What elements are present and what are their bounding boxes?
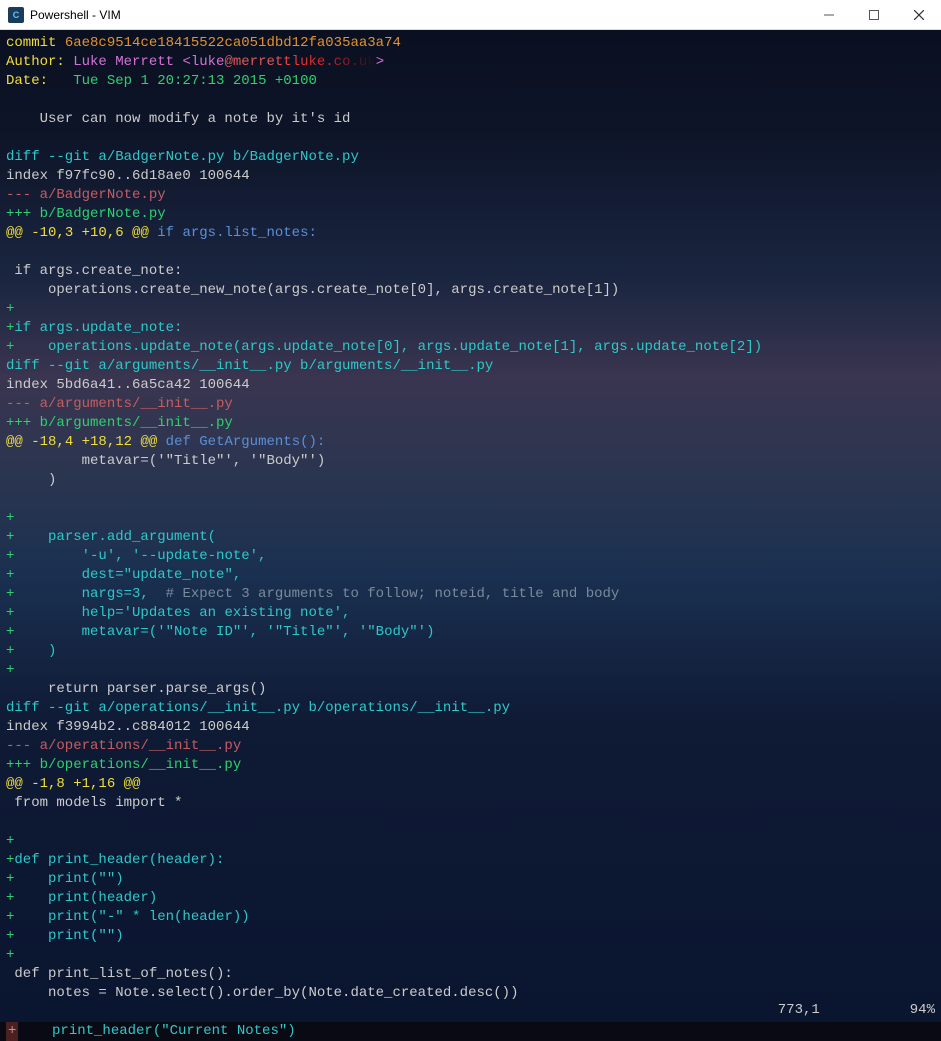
diff-old-file: --- a/operations/__init__.py <box>6 737 935 756</box>
diff-new-file: +++ b/BadgerNote.py <box>6 205 935 224</box>
window-titlebar: C Powershell - VIM <box>0 0 941 30</box>
diff-add: + operations.update_note(args.update_not… <box>6 338 935 357</box>
diff-hunk: @@ -1,8 +1,16 @@ <box>6 775 935 794</box>
diff-context: if args.create_note: <box>6 262 935 281</box>
diff-add: + parser.add_argument( <box>6 528 935 547</box>
blank-line <box>6 91 935 110</box>
diff-context: return parser.parse_args() <box>6 680 935 699</box>
diff-add: +if args.update_note: <box>6 319 935 338</box>
diff-context: def print_list_of_notes(): <box>6 965 935 984</box>
diff-new-file: +++ b/operations/__init__.py <box>6 756 935 775</box>
diff-add: + <box>6 832 935 851</box>
scroll-percent: 94% <box>910 1001 935 1020</box>
minimize-button[interactable] <box>806 0 851 30</box>
close-button[interactable] <box>896 0 941 30</box>
diff-add: + metavar=('"Note ID"', '"Title"', '"Bod… <box>6 623 935 642</box>
diff-context: operations.create_new_note(args.create_n… <box>6 281 935 300</box>
commit-message: User can now modify a note by it's id <box>6 110 935 129</box>
maximize-button[interactable] <box>851 0 896 30</box>
window-title: Powershell - VIM <box>30 8 806 22</box>
terminal-viewport[interactable]: commit 6ae8c9514ce18415522ca051dbd12fa03… <box>0 30 941 1022</box>
diff-context: metavar=('"Title"', '"Body"') <box>6 452 935 471</box>
diff-add: + print("-" * len(header)) <box>6 908 935 927</box>
diff-add: + <box>6 509 935 528</box>
blank-line <box>6 490 935 509</box>
diff-add: + dest="update_note", <box>6 566 935 585</box>
diff-index: index f3994b2..c884012 100644 <box>6 718 935 737</box>
diff-add: + help='Updates an existing note', <box>6 604 935 623</box>
diff-header: diff --git a/BadgerNote.py b/BadgerNote.… <box>6 148 935 167</box>
diff-old-file: --- a/BadgerNote.py <box>6 186 935 205</box>
diff-add: + '-u', '--update-note', <box>6 547 935 566</box>
vim-status-bar: 773,1 94% <box>6 1001 935 1020</box>
diff-add: + nargs=3, # Expect 3 arguments to follo… <box>6 585 935 604</box>
cursor-position: 773,1 <box>778 1001 820 1020</box>
blank-line <box>6 243 935 262</box>
commit-line: commit 6ae8c9514ce18415522ca051dbd12fa03… <box>6 34 935 53</box>
diff-hunk: @@ -18,4 +18,12 @@ def GetArguments(): <box>6 433 935 452</box>
app-icon: C <box>8 7 24 23</box>
diff-add: + <box>6 300 935 319</box>
diff-add: + print("") <box>6 927 935 946</box>
diff-context: ) <box>6 471 935 490</box>
date-line: Date: Tue Sep 1 20:27:13 2015 +0100 <box>6 72 935 91</box>
diff-add: + print(header) <box>6 889 935 908</box>
diff-header: diff --git a/arguments/__init__.py b/arg… <box>6 357 935 376</box>
diff-hunk: @@ -10,3 +10,6 @@ if args.list_notes: <box>6 224 935 243</box>
diff-header: diff --git a/operations/__init__.py b/op… <box>6 699 935 718</box>
diff-index: index 5bd6a41..6a5ca42 100644 <box>6 376 935 395</box>
diff-context: from models import * <box>6 794 935 813</box>
diff-index: index f97fc90..6d18ae0 100644 <box>6 167 935 186</box>
diff-add: + print("") <box>6 870 935 889</box>
diff-add: +def print_header(header): <box>6 851 935 870</box>
diff-add: + print_header("Current Notes") <box>6 1022 935 1041</box>
author-line: Author: Luke Merrett <luke@merrettluke.c… <box>6 53 935 72</box>
diff-old-file: --- a/arguments/__init__.py <box>6 395 935 414</box>
blank-line <box>6 129 935 148</box>
diff-add: + <box>6 661 935 680</box>
diff-add: + ) <box>6 642 935 661</box>
diff-new-file: +++ b/arguments/__init__.py <box>6 414 935 433</box>
blank-line <box>6 813 935 832</box>
window-controls <box>806 0 941 30</box>
diff-add: + <box>6 946 935 965</box>
